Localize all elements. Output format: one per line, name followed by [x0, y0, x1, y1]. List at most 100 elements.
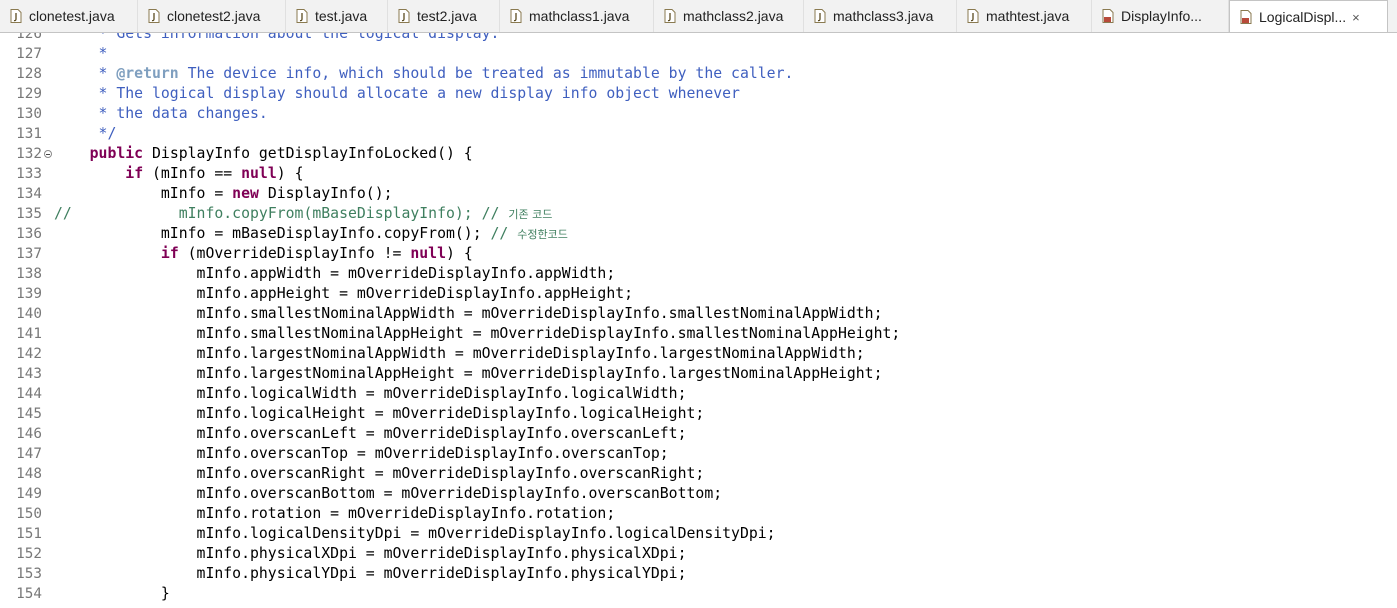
java-class-file-icon [1102, 9, 1114, 23]
tab-test-java[interactable]: test.java [286, 0, 388, 32]
code-token: */ [54, 125, 117, 142]
code-editor[interactable]: 126 * Gets information about the logical… [0, 33, 1397, 608]
code-token: mInfo.overscanRight = mOverrideDisplayIn… [54, 465, 705, 482]
tab-mathclass3-java[interactable]: mathclass3.java [804, 0, 957, 32]
tab-label: test2.java [417, 8, 477, 24]
line-number: 149 [16, 486, 42, 502]
code-line: 139 mInfo.appHeight = mOverrideDisplayIn… [0, 284, 1397, 304]
line-number: 152 [16, 546, 42, 562]
line-number: 141 [16, 326, 42, 342]
tab-clonetest-java[interactable]: clonetest.java [0, 0, 138, 32]
code-line: 136 mInfo = mBaseDisplayInfo.copyFrom();… [0, 224, 1397, 244]
code-token: DisplayInfo(); [258, 185, 393, 202]
line-number: 147 [16, 446, 42, 462]
code-line: 147 mInfo.overscanTop = mOverrideDisplay… [0, 444, 1397, 464]
code-line: 150 mInfo.rotation = mOverrideDisplayInf… [0, 504, 1397, 524]
java-file-icon [296, 9, 308, 23]
code-token: ) { [276, 165, 304, 182]
code-text: mInfo.physicalYDpi = mOverrideDisplayInf… [54, 564, 687, 584]
code-line: 142 mInfo.largestNominalAppWidth = mOver… [0, 344, 1397, 364]
code-token: 기존 코드 [508, 208, 553, 221]
code-token: mInfo = [54, 185, 233, 202]
code-token: mInfo.logicalWidth = mOverrideDisplayInf… [54, 385, 687, 402]
close-tab-icon[interactable]: × [1352, 10, 1360, 25]
code-token: DisplayInfo getDisplayInfoLocked() { [143, 145, 473, 162]
code-token: mInfo.logicalHeight = mOverrideDisplayIn… [54, 405, 705, 422]
code-token: mInfo.physicalXDpi = mOverrideDisplayInf… [54, 545, 687, 562]
java-file-icon [398, 9, 410, 23]
line-number: 126 [16, 33, 42, 42]
line-number: 139 [16, 286, 42, 302]
code-token: mInfo.appHeight = mOverrideDisplayInfo.a… [54, 285, 634, 302]
code-line: 128 * @return The device info, which sho… [0, 64, 1397, 84]
code-token: null [241, 165, 277, 182]
tab-displayinfo[interactable]: DisplayInfo... [1092, 0, 1229, 32]
code-text: mInfo.appHeight = mOverrideDisplayInfo.a… [54, 284, 634, 304]
tab-label: mathtest.java [986, 8, 1070, 24]
code-line: 131 */ [0, 124, 1397, 144]
code-text: public DisplayInfo getDisplayInfoLocked(… [54, 144, 473, 164]
code-text: * The logical display should allocate a … [54, 84, 740, 104]
code-token: * the data changes. [54, 105, 268, 122]
code-token: (mInfo == [143, 165, 242, 182]
code-line: 133 if (mInfo == null) { [0, 164, 1397, 184]
code-line: 141 mInfo.smallestNominalAppHeight = mOv… [0, 324, 1397, 344]
code-text: if (mOverrideDisplayInfo != null) { [54, 244, 473, 264]
code-line: 152 mInfo.physicalXDpi = mOverrideDispla… [0, 544, 1397, 564]
code-text: * @return The device info, which should … [54, 64, 794, 84]
code-text: mInfo.largestNominalAppHeight = mOverrid… [54, 364, 883, 384]
code-line: 130 * the data changes. [0, 104, 1397, 124]
code-text: mInfo.logicalWidth = mOverrideDisplayInf… [54, 384, 687, 404]
code-line: 145 mInfo.logicalHeight = mOverrideDispl… [0, 404, 1397, 424]
code-token: The device info, which should be treated… [178, 65, 794, 82]
code-line: 137 if (mOverrideDisplayInfo != null) { [0, 244, 1397, 264]
tab-label: mathclass3.java [833, 8, 934, 24]
code-token: // [490, 225, 518, 242]
code-token: mInfo.copyFrom(mBaseDisplayInfo); // [71, 205, 509, 222]
java-file-icon [814, 9, 826, 23]
code-token: mInfo.smallestNominalAppWidth = mOverrid… [54, 305, 883, 322]
line-number: 146 [16, 426, 42, 442]
tab-logicaldispl[interactable]: LogicalDispl... × [1229, 0, 1388, 32]
code-token: * Gets information about the logical dis… [54, 33, 500, 42]
line-number: 144 [16, 386, 42, 402]
code-text: mInfo.overscanBottom = mOverrideDisplayI… [54, 484, 723, 504]
tab-mathclass1-java[interactable]: mathclass1.java [500, 0, 654, 32]
java-class-file-icon [1240, 10, 1252, 24]
code-token: mInfo.largestNominalAppWidth = mOverride… [54, 345, 865, 362]
code-text: // mInfo.copyFrom(mBaseDisplayInfo); // … [54, 204, 552, 225]
code-text: mInfo.overscanLeft = mOverrideDisplayInf… [54, 424, 687, 444]
line-number: 134 [16, 186, 42, 202]
code-line: 132 public DisplayInfo getDisplayInfoLoc… [0, 144, 1397, 164]
line-number: 148 [16, 466, 42, 482]
tab-test2-java[interactable]: test2.java [388, 0, 500, 32]
tab-clonetest2-java[interactable]: clonetest2.java [138, 0, 286, 32]
code-line: 129 * The logical display should allocat… [0, 84, 1397, 104]
tab-mathtest-java[interactable]: mathtest.java [957, 0, 1092, 32]
code-token: * [54, 45, 108, 62]
java-file-icon [148, 9, 160, 23]
code-token: null [410, 245, 446, 262]
java-file-icon [967, 9, 979, 23]
line-number: 135 [16, 206, 42, 222]
line-number: 142 [16, 346, 42, 362]
tab-label: mathclass2.java [683, 8, 784, 24]
tab-label: clonetest.java [29, 8, 115, 24]
line-number: 132 [16, 146, 42, 162]
code-text: mInfo.logicalHeight = mOverrideDisplayIn… [54, 404, 705, 424]
line-number: 143 [16, 366, 42, 382]
code-token: new [232, 185, 259, 202]
code-token: public [89, 145, 144, 162]
java-file-icon [510, 9, 522, 23]
line-number: 145 [16, 406, 42, 422]
tab-mathclass2-java[interactable]: mathclass2.java [654, 0, 804, 32]
line-number: 127 [16, 46, 42, 62]
code-token: mInfo.overscanTop = mOverrideDisplayInfo… [54, 445, 669, 462]
code-text: mInfo.overscanTop = mOverrideDisplayInfo… [54, 444, 669, 464]
code-token: if [160, 245, 179, 262]
fold-toggle-icon[interactable] [44, 150, 52, 158]
code-line: 153 mInfo.physicalYDpi = mOverrideDispla… [0, 564, 1397, 584]
line-number: 151 [16, 526, 42, 542]
code-text: mInfo = mBaseDisplayInfo.copyFrom(); // … [54, 224, 568, 245]
code-token: ) { [446, 245, 473, 262]
